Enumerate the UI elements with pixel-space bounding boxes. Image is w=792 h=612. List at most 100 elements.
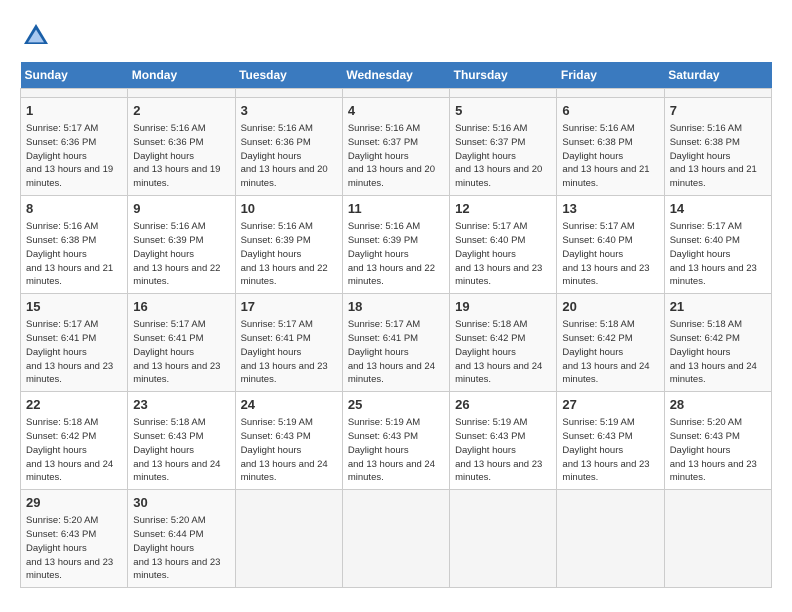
day-info: Sunrise: 5:16 AMSunset: 6:38 PMDaylight … (562, 122, 658, 191)
calendar-cell (128, 89, 235, 98)
calendar-cell: 2 Sunrise: 5:16 AMSunset: 6:36 PMDaylight… (128, 98, 235, 196)
calendar-cell (342, 490, 449, 588)
calendar-cell: 1 Sunrise: 5:17 AMSunset: 6:36 PMDaylight… (21, 98, 128, 196)
day-info: Sunrise: 5:19 AMSunset: 6:43 PMDaylight … (348, 416, 444, 485)
day-info: Sunrise: 5:16 AMSunset: 6:36 PMDaylight … (133, 122, 229, 191)
day-info: Sunrise: 5:19 AMSunset: 6:43 PMDaylight … (241, 416, 337, 485)
calendar-cell: 21 Sunrise: 5:18 AMSunset: 6:42 PMDayligh… (664, 294, 771, 392)
day-number: 17 (241, 298, 337, 316)
calendar-header-row: SundayMondayTuesdayWednesdayThursdayFrid… (21, 62, 772, 89)
day-info: Sunrise: 5:16 AMSunset: 6:39 PMDaylight … (133, 220, 229, 289)
day-number: 8 (26, 200, 122, 218)
day-header-tuesday: Tuesday (235, 62, 342, 89)
day-info: Sunrise: 5:16 AMSunset: 6:38 PMDaylight … (26, 220, 122, 289)
calendar-cell (557, 89, 664, 98)
calendar-cell: 22 Sunrise: 5:18 AMSunset: 6:42 PMDayligh… (21, 392, 128, 490)
day-info: Sunrise: 5:18 AMSunset: 6:42 PMDaylight … (670, 318, 766, 387)
calendar-week-5: 22 Sunrise: 5:18 AMSunset: 6:42 PMDayligh… (21, 392, 772, 490)
calendar-cell (450, 490, 557, 588)
day-info: Sunrise: 5:20 AMSunset: 6:43 PMDaylight … (670, 416, 766, 485)
day-number: 6 (562, 102, 658, 120)
calendar-cell (450, 89, 557, 98)
day-info: Sunrise: 5:16 AMSunset: 6:39 PMDaylight … (348, 220, 444, 289)
calendar-week-4: 15Sunrise: 5:17 AMSunset: 6:41 PMDayligh… (21, 294, 772, 392)
day-info: Sunrise: 5:18 AMSunset: 6:43 PMDaylight … (133, 416, 229, 485)
day-number: 7 (670, 102, 766, 120)
calendar-cell (664, 89, 771, 98)
day-header-sunday: Sunday (21, 62, 128, 89)
day-number: 2 (133, 102, 229, 120)
day-number: 26 (455, 396, 551, 414)
day-info: Sunrise: 5:20 AMSunset: 6:43 PMDaylight … (26, 514, 122, 583)
day-number: 4 (348, 102, 444, 120)
calendar-cell: 5 Sunrise: 5:16 AMSunset: 6:37 PMDaylight… (450, 98, 557, 196)
calendar-cell: 24 Sunrise: 5:19 AMSunset: 6:43 PMDayligh… (235, 392, 342, 490)
day-info: Sunrise: 5:18 AMSunset: 6:42 PMDaylight … (455, 318, 551, 387)
page-header (20, 20, 772, 52)
calendar-cell (664, 490, 771, 588)
day-number: 25 (348, 396, 444, 414)
day-number: 11 (348, 200, 444, 218)
calendar-week-6: 29 Sunrise: 5:20 AMSunset: 6:43 PMDayligh… (21, 490, 772, 588)
calendar-cell: 16Sunrise: 5:17 AMSunset: 6:41 PMDayligh… (128, 294, 235, 392)
calendar-cell: 28 Sunrise: 5:20 AMSunset: 6:43 PMDayligh… (664, 392, 771, 490)
day-info: Sunrise: 5:17 AMSunset: 6:41 PMDaylight … (348, 318, 444, 387)
calendar-cell: 13 Sunrise: 5:17 AMSunset: 6:40 PMDayligh… (557, 196, 664, 294)
calendar-week-1 (21, 89, 772, 98)
day-number: 5 (455, 102, 551, 120)
day-header-wednesday: Wednesday (342, 62, 449, 89)
logo-icon (20, 20, 52, 52)
day-number: 18 (348, 298, 444, 316)
day-info: Sunrise: 5:17 AMSunset: 6:36 PMDaylight … (26, 122, 122, 191)
calendar-cell: 26 Sunrise: 5:19 AMSunset: 6:43 PMDayligh… (450, 392, 557, 490)
day-info: Sunrise: 5:19 AMSunset: 6:43 PMDaylight … (562, 416, 658, 485)
calendar-cell: 7 Sunrise: 5:16 AMSunset: 6:38 PMDaylight… (664, 98, 771, 196)
calendar-cell: 9 Sunrise: 5:16 AMSunset: 6:39 PMDaylight… (128, 196, 235, 294)
calendar-cell: 11 Sunrise: 5:16 AMSunset: 6:39 PMDayligh… (342, 196, 449, 294)
day-info: Sunrise: 5:17 AMSunset: 6:40 PMDaylight … (562, 220, 658, 289)
logo (20, 20, 58, 52)
day-header-friday: Friday (557, 62, 664, 89)
day-number: 3 (241, 102, 337, 120)
day-number: 22 (26, 396, 122, 414)
calendar-cell (235, 490, 342, 588)
calendar-cell: 3 Sunrise: 5:16 AMSunset: 6:36 PMDaylight… (235, 98, 342, 196)
calendar-table: SundayMondayTuesdayWednesdayThursdayFrid… (20, 62, 772, 588)
calendar-cell: 27 Sunrise: 5:19 AMSunset: 6:43 PMDayligh… (557, 392, 664, 490)
day-info: Sunrise: 5:16 AMSunset: 6:36 PMDaylight … (241, 122, 337, 191)
day-info: Sunrise: 5:16 AMSunset: 6:38 PMDaylight … (670, 122, 766, 191)
day-number: 27 (562, 396, 658, 414)
day-info: Sunrise: 5:16 AMSunset: 6:37 PMDaylight … (455, 122, 551, 191)
day-number: 12 (455, 200, 551, 218)
calendar-cell: 23 Sunrise: 5:18 AMSunset: 6:43 PMDayligh… (128, 392, 235, 490)
calendar-cell: 6 Sunrise: 5:16 AMSunset: 6:38 PMDaylight… (557, 98, 664, 196)
day-number: 23 (133, 396, 229, 414)
day-header-saturday: Saturday (664, 62, 771, 89)
calendar-cell: 20Sunrise: 5:18 AMSunset: 6:42 PMDayligh… (557, 294, 664, 392)
day-info: Sunrise: 5:17 AMSunset: 6:41 PMDaylight … (26, 318, 122, 387)
day-info: Sunrise: 5:18 AMSunset: 6:42 PMDaylight … (26, 416, 122, 485)
calendar-cell: 29 Sunrise: 5:20 AMSunset: 6:43 PMDayligh… (21, 490, 128, 588)
day-info: Sunrise: 5:17 AMSunset: 6:41 PMDaylight … (133, 318, 229, 387)
calendar-cell (21, 89, 128, 98)
day-number: 9 (133, 200, 229, 218)
day-number: 24 (241, 396, 337, 414)
day-number: 28 (670, 396, 766, 414)
day-info: Sunrise: 5:17 AMSunset: 6:41 PMDaylight … (241, 318, 337, 387)
day-header-monday: Monday (128, 62, 235, 89)
day-number: 29 (26, 494, 122, 512)
day-number: 20 (562, 298, 658, 316)
day-number: 1 (26, 102, 122, 120)
day-info: Sunrise: 5:16 AMSunset: 6:37 PMDaylight … (348, 122, 444, 191)
day-info: Sunrise: 5:17 AMSunset: 6:40 PMDaylight … (670, 220, 766, 289)
calendar-cell: 4 Sunrise: 5:16 AMSunset: 6:37 PMDaylight… (342, 98, 449, 196)
calendar-cell: 18 Sunrise: 5:17 AMSunset: 6:41 PMDayligh… (342, 294, 449, 392)
day-number: 13 (562, 200, 658, 218)
calendar-cell: 19Sunrise: 5:18 AMSunset: 6:42 PMDayligh… (450, 294, 557, 392)
day-number: 21 (670, 298, 766, 316)
day-info: Sunrise: 5:17 AMSunset: 6:40 PMDaylight … (455, 220, 551, 289)
calendar-cell: 30Sunrise: 5:20 AMSunset: 6:44 PMDayligh… (128, 490, 235, 588)
day-info: Sunrise: 5:20 AMSunset: 6:44 PMDaylight … (133, 514, 229, 583)
day-info: Sunrise: 5:19 AMSunset: 6:43 PMDaylight … (455, 416, 551, 485)
day-number: 10 (241, 200, 337, 218)
